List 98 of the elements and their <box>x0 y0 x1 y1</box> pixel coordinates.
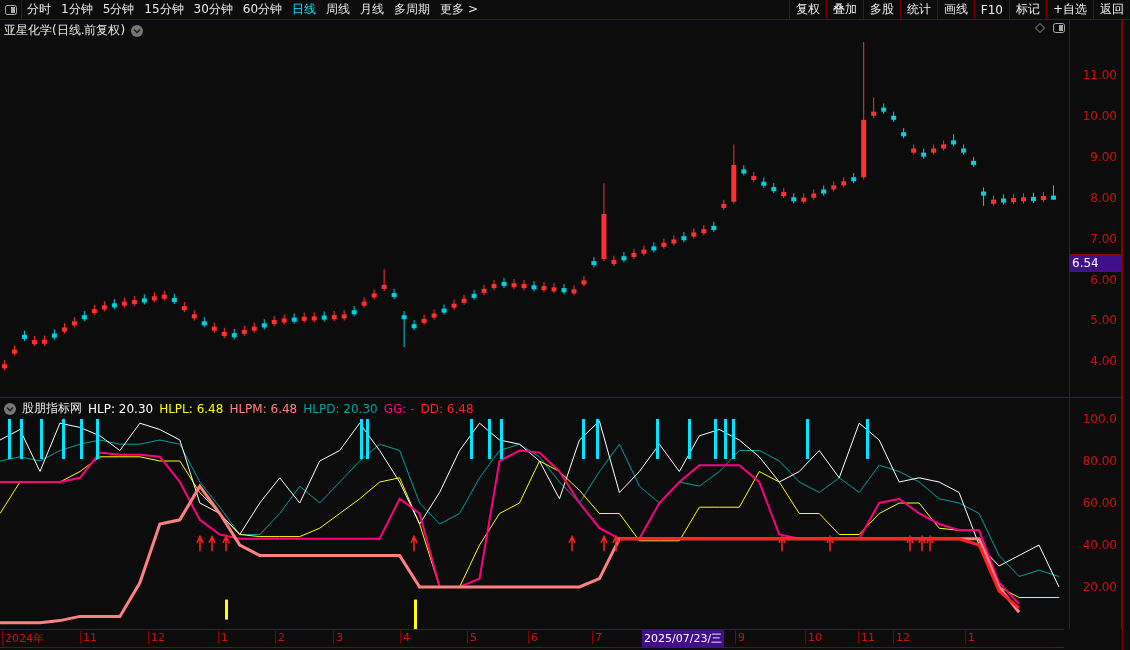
axis-label: 9.00 <box>1090 149 1117 164</box>
toolbar-button[interactable]: 叠加 <box>825 0 863 19</box>
candlestick <box>651 241 657 253</box>
candlestick <box>411 319 417 331</box>
date-label: 2 <box>275 631 285 644</box>
candlestick <box>621 251 627 263</box>
candlestick <box>681 231 687 243</box>
panel-toggle-icon[interactable] <box>1053 23 1065 33</box>
axis-label: 60.00 <box>1082 496 1117 510</box>
candlestick <box>871 96 877 119</box>
candlestick <box>441 303 447 316</box>
date-label: 10 <box>805 631 822 644</box>
candlestick <box>421 314 427 326</box>
candlestick <box>981 186 987 207</box>
candlestick <box>541 281 547 293</box>
candlestick <box>481 284 487 296</box>
candlestick <box>641 245 647 257</box>
candlestick <box>581 275 587 287</box>
diamond-icon[interactable] <box>1035 23 1045 33</box>
toolbar-button[interactable]: 统计 <box>899 0 937 19</box>
legend-value: DD: 6.48 <box>420 401 474 416</box>
toolbar-button[interactable]: F10 <box>973 0 1009 19</box>
candlestick <box>671 234 677 247</box>
date-label: 9 <box>735 631 745 644</box>
candlestick <box>661 238 667 250</box>
toolbar-button[interactable]: 画线 <box>936 0 974 19</box>
candlestick <box>401 310 407 348</box>
dropdown-caret-icon[interactable] <box>4 402 16 415</box>
period-tab[interactable]: 30分钟 <box>188 1 238 18</box>
period-tab[interactable]: 多周期 <box>389 1 436 18</box>
date-label: 2024年 <box>2 631 44 646</box>
legend-value: HLP: 20.30 <box>88 401 154 416</box>
signal-bar <box>414 599 417 629</box>
date-label: 7 <box>592 631 602 644</box>
candlestick <box>631 248 637 260</box>
candlestick <box>591 256 597 268</box>
period-tab[interactable]: 60分钟 <box>237 1 288 18</box>
axis-label: 6.00 <box>1090 272 1117 287</box>
dropdown-caret-icon[interactable] <box>131 24 144 37</box>
period-tab[interactable]: 1分钟 <box>56 1 98 18</box>
cursor-date: 2025/07/23/三 <box>642 630 725 647</box>
candlestick <box>371 288 377 301</box>
axis-label: 7.00 <box>1090 231 1117 246</box>
date-label: 12 <box>148 631 165 644</box>
axis-label: 40.00 <box>1082 538 1117 552</box>
candlestick <box>451 299 457 311</box>
stock-title: 亚星化学(日线.前复权) <box>4 22 126 39</box>
candlestick <box>561 283 567 295</box>
axis-label: 100.0 <box>1082 412 1117 426</box>
toolbar-button[interactable]: +自选 <box>1045 0 1093 19</box>
date-label: 1 <box>965 631 975 644</box>
toolbar-button[interactable]: 返回 <box>1093 0 1130 19</box>
period-tab[interactable]: 周线 <box>321 1 356 18</box>
legend-value: HLPD: 20.30 <box>303 401 378 416</box>
candlestick <box>691 227 697 240</box>
toolbar-button[interactable]: 标记 <box>1008 0 1046 19</box>
date-label: 5 <box>467 631 477 644</box>
candlestick <box>431 308 437 321</box>
candlestick <box>611 255 617 267</box>
candlestick <box>551 282 557 294</box>
axis-label: 8.00 <box>1090 190 1117 205</box>
axis-label: 4.00 <box>1090 354 1117 369</box>
axis-label: 20.00 <box>1082 580 1117 594</box>
axis-label: 80.00 <box>1082 454 1117 468</box>
period-tab[interactable]: 15分钟 <box>139 1 189 18</box>
toolbar-button[interactable]: 多股 <box>862 0 900 19</box>
date-label: 3 <box>333 631 343 644</box>
panel-toggle-icon[interactable] <box>4 4 17 15</box>
candlestick <box>511 278 517 290</box>
period-tab[interactable]: 日线 <box>287 1 322 18</box>
date-label: 11 <box>80 631 97 644</box>
candlestick <box>491 279 497 291</box>
signal-bar <box>225 599 228 620</box>
current-price-tag: 6.54 <box>1070 254 1121 273</box>
period-tab[interactable]: 月线 <box>355 1 390 18</box>
toolbar-button[interactable]: 复权 <box>788 0 826 19</box>
candlestick <box>381 268 387 292</box>
date-label: 4 <box>400 631 410 644</box>
date-label: 6 <box>528 631 538 644</box>
legend-value: GG: - <box>383 401 415 416</box>
candlestick <box>391 288 397 300</box>
axis-label: 11.00 <box>1082 67 1117 82</box>
axis-label: 10.00 <box>1082 108 1117 123</box>
date-label: 12 <box>893 631 910 644</box>
date-label: 1 <box>218 631 228 644</box>
candlestick <box>501 277 507 289</box>
period-tab[interactable]: 分时 <box>22 1 56 18</box>
axis-label: 5.00 <box>1090 313 1117 328</box>
candlestick <box>571 284 577 296</box>
candlestick <box>521 279 527 291</box>
date-label: 11 <box>858 631 875 644</box>
legend-value: HLPL: 6.48 <box>159 401 224 416</box>
legend-value: HLPM: 6.48 <box>229 401 298 416</box>
candlestick <box>461 294 467 306</box>
period-tab[interactable]: 5分钟 <box>97 1 140 18</box>
indicator-name: 股朋指标网 <box>22 400 82 417</box>
period-tab[interactable]: 更多 > <box>435 1 483 18</box>
candlestick <box>471 289 477 301</box>
